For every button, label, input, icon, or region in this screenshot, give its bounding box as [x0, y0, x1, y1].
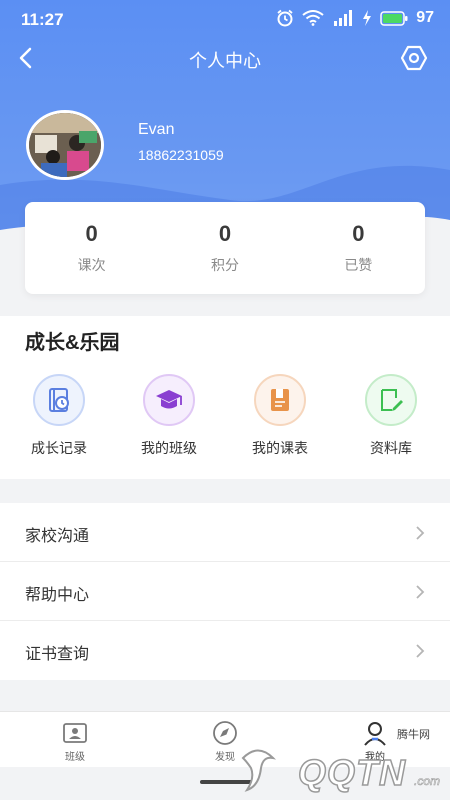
cellular-signal-icon — [334, 10, 353, 26]
settings-button[interactable] — [398, 42, 430, 74]
chevron-right-icon — [416, 644, 425, 658]
menu-label: 帮助中心 — [25, 587, 90, 604]
stat-value: 0 — [85, 221, 98, 246]
feature-label: 我的课表 — [252, 440, 308, 456]
menu-item-home-school[interactable]: 家校沟通 — [0, 503, 450, 562]
stat-lessons[interactable]: 0 课次 — [25, 202, 158, 294]
charging-bolt-icon — [363, 10, 372, 26]
alarm-icon — [277, 9, 293, 27]
tab-label: 班级 — [65, 752, 85, 763]
page-title: 个人中心 — [189, 51, 261, 71]
menu-label: 家校沟通 — [25, 528, 90, 545]
stat-label: 课次 — [77, 257, 106, 273]
feature-label: 我的班级 — [141, 440, 197, 456]
avatar-photo — [29, 113, 101, 177]
battery-level: 97 — [416, 9, 434, 26]
wifi-icon — [302, 10, 324, 26]
user-name: Evan — [138, 121, 175, 138]
watermark-logo-icon — [241, 749, 277, 792]
watermark: 腾牛网 QQTN .com — [229, 726, 444, 796]
section-title: 成长&乐园 — [25, 332, 120, 354]
feature-growth-record[interactable]: 成长记录 — [14, 374, 104, 458]
feature-library[interactable]: 资料库 — [346, 374, 436, 458]
menu-label: 证书查询 — [25, 646, 90, 663]
stat-label: 已赞 — [344, 257, 373, 273]
class-icon — [63, 723, 87, 743]
tab-class[interactable]: 班级 — [0, 712, 150, 767]
menu-item-help-center[interactable]: 帮助中心 — [0, 562, 450, 621]
avatar[interactable] — [26, 110, 104, 180]
watermark-domain: .com — [413, 774, 441, 789]
feature-label: 成长记录 — [31, 440, 87, 456]
settings-hexagon-icon — [400, 45, 428, 71]
stat-points[interactable]: 0 积分 — [158, 202, 291, 294]
stat-value: 0 — [352, 221, 365, 246]
stat-label: 积分 — [210, 257, 239, 273]
graduation-cap-icon — [156, 390, 182, 409]
feature-label: 资料库 — [370, 440, 412, 456]
user-phone: 18862231059 — [138, 147, 224, 163]
feature-my-schedule[interactable]: 我的课表 — [235, 374, 325, 458]
watermark-text: 腾牛网 — [397, 729, 430, 741]
schedule-book-icon — [271, 389, 289, 411]
settings-menu: 家校沟通 帮助中心 证书查询 — [0, 503, 450, 680]
stat-likes[interactable]: 0 已赞 — [292, 202, 425, 294]
feature-my-class[interactable]: 我的班级 — [124, 374, 214, 458]
stats-card: 0 课次 0 积分 0 已赞 — [25, 202, 425, 294]
chevron-right-icon — [416, 526, 425, 540]
status-bar: 11:27 97 — [0, 0, 450, 38]
growth-record-icon — [49, 388, 69, 412]
menu-item-certificate[interactable]: 证书查询 — [0, 621, 450, 680]
nav-bar: 个人中心 — [0, 38, 450, 78]
library-edit-icon — [381, 389, 403, 411]
status-time: 11:27 — [21, 10, 64, 29]
battery-icon — [380, 10, 408, 26]
watermark-brand: QQTN — [297, 751, 406, 794]
stat-value: 0 — [218, 221, 232, 246]
chevron-right-icon — [416, 585, 425, 599]
growth-park-section: 成长&乐园 成长记录 我的班级 我的课表 资料库 — [0, 316, 450, 479]
